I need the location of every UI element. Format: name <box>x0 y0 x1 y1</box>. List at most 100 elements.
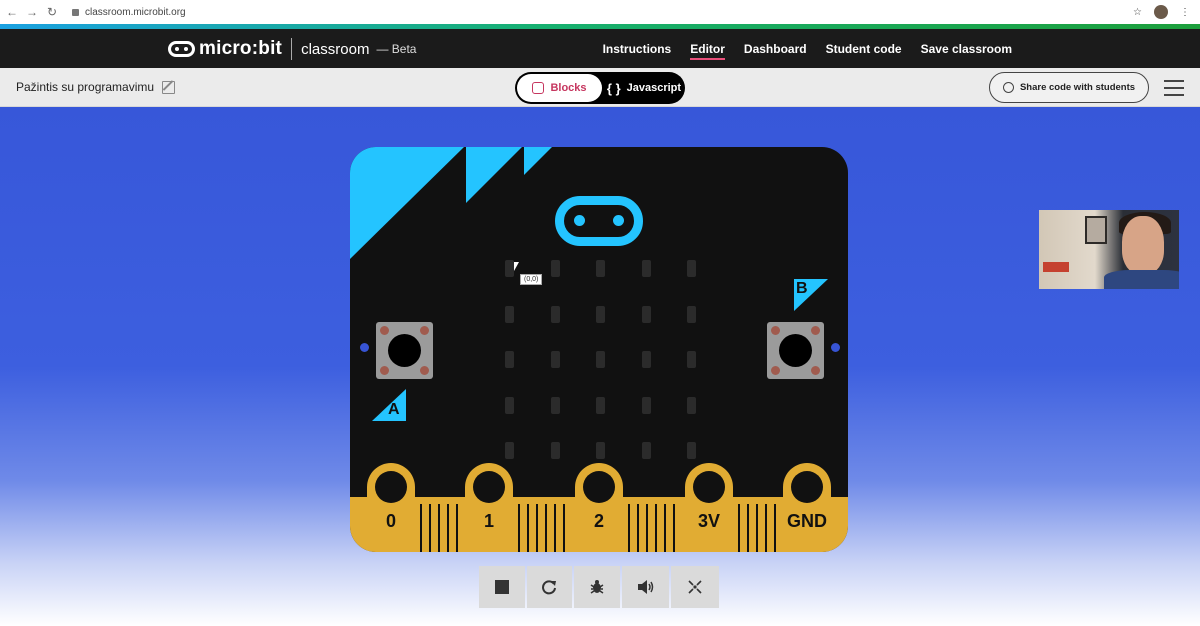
edge-finger <box>420 504 422 552</box>
nav-editor[interactable]: Editor <box>690 42 725 60</box>
edge-finger <box>756 504 758 552</box>
led-3-4[interactable] <box>687 396 696 414</box>
led-0-2[interactable] <box>596 260 605 277</box>
edge-finger <box>563 504 565 552</box>
edge-finger <box>527 504 529 552</box>
edge-finger <box>536 504 538 552</box>
lock-icon <box>72 8 79 16</box>
button-b[interactable] <box>767 322 824 379</box>
stop-button[interactable] <box>479 566 525 608</box>
led-2-3[interactable] <box>641 351 651 368</box>
led-tooltip: (0,0) <box>520 274 543 285</box>
edge-finger <box>765 504 767 552</box>
pin-3v <box>685 463 733 551</box>
led-1-3[interactable] <box>641 305 651 323</box>
led-0-4[interactable] <box>687 260 696 277</box>
pin-0-label: 0 <box>385 511 396 531</box>
pin-gnd-label: GND <box>787 511 827 531</box>
edit-icon[interactable] <box>162 80 176 94</box>
debug-button[interactable] <box>574 566 620 608</box>
led-3-3[interactable] <box>641 396 651 414</box>
blocks-label: Blocks <box>550 82 587 94</box>
led-0-3[interactable] <box>641 260 651 277</box>
button-b-label: B <box>794 279 828 311</box>
forward-icon[interactable]: → <box>24 5 40 19</box>
braces-icon: { } <box>606 80 621 96</box>
project-title[interactable]: Pažintis su programavimu <box>16 80 176 94</box>
webcam-video <box>1039 210 1179 289</box>
pin-gnd <box>783 463 831 551</box>
led-2-1[interactable] <box>550 351 560 368</box>
address-bar[interactable]: classroom.microbit.org <box>72 7 186 18</box>
javascript-tab[interactable]: { } Javascript <box>605 74 683 102</box>
mouse-cursor-icon <box>514 262 519 271</box>
pin-hole-left <box>360 343 369 352</box>
pin-1-label: 1 <box>483 511 494 531</box>
main-menu: Instructions Editor Dashboard Student co… <box>603 29 1012 68</box>
product-name: classroom <box>301 40 370 58</box>
mute-button[interactable] <box>621 566 670 608</box>
share-label: Share code with students <box>1019 82 1136 93</box>
led-4-2[interactable] <box>596 442 605 459</box>
led-0-1[interactable] <box>550 260 560 277</box>
led-1-1[interactable] <box>550 305 560 323</box>
kebab-menu-icon[interactable]: ⋮ <box>1180 7 1190 18</box>
led-1-2[interactable] <box>596 305 605 323</box>
edge-finger <box>429 504 431 552</box>
fullscreen-icon <box>688 580 702 594</box>
led-4-0[interactable] <box>505 442 514 459</box>
pin-0[interactable] <box>367 463 415 551</box>
simulator-controls <box>479 566 720 608</box>
restart-icon <box>542 580 557 595</box>
edge-finger <box>438 504 440 552</box>
avatar[interactable] <box>1154 5 1168 19</box>
led-3-0[interactable] <box>505 396 514 414</box>
restart-button[interactable] <box>526 566 573 608</box>
star-icon[interactable]: ☆ <box>1133 7 1142 18</box>
led-4-3[interactable] <box>641 442 651 459</box>
reload-icon[interactable]: ↻ <box>44 5 60 19</box>
edge-finger <box>646 504 648 552</box>
led-2-2[interactable] <box>596 351 605 368</box>
microbit-face-logo[interactable] <box>555 196 643 246</box>
led-0-0[interactable] <box>505 260 514 277</box>
browser-toolbar: ← → ↻ classroom.microbit.org ☆ ⋮ <box>0 0 1200 24</box>
editor-mode-toggle: Blocks { } Javascript <box>515 72 685 104</box>
edge-finger <box>664 504 666 552</box>
share-icon <box>1002 82 1014 93</box>
url-text: classroom.microbit.org <box>85 6 186 18</box>
led-2-4[interactable] <box>687 351 696 368</box>
javascript-label: Javascript <box>626 82 682 94</box>
nav-instructions[interactable]: Instructions <box>603 42 672 56</box>
puzzle-icon <box>532 82 545 94</box>
back-icon[interactable]: ← <box>4 5 20 19</box>
nav-dashboard[interactable]: Dashboard <box>744 42 807 56</box>
hamburger-menu-icon[interactable] <box>1164 80 1184 96</box>
nav-student-code[interactable]: Student code <box>826 42 902 56</box>
pin-1[interactable] <box>465 463 513 551</box>
led-3-1[interactable] <box>550 396 560 414</box>
logo[interactable]: micro:bit classroom — Beta <box>168 38 416 60</box>
sound-icon <box>637 580 653 594</box>
button-a-label: A <box>372 389 406 421</box>
led-4-4[interactable] <box>687 442 696 459</box>
microbit-board: A B 0 1 2 3V GND <box>350 147 848 552</box>
blocks-tab[interactable]: Blocks <box>517 74 602 102</box>
pin-2[interactable] <box>575 463 623 551</box>
editor-toolbar: Pažintis su programavimu Blocks { } Java… <box>0 68 1200 107</box>
led-4-1[interactable] <box>550 442 560 459</box>
nav-save-classroom[interactable]: Save classroom <box>921 42 1012 56</box>
edge-finger <box>447 504 449 552</box>
edge-finger <box>747 504 749 552</box>
share-code-button[interactable]: Share code with students <box>989 72 1149 103</box>
edge-finger <box>456 504 458 552</box>
led-3-2[interactable] <box>596 396 605 414</box>
led-2-0[interactable] <box>505 351 514 368</box>
edge-finger <box>518 504 520 552</box>
led-1-0[interactable] <box>505 305 514 323</box>
led-1-4[interactable] <box>687 305 696 323</box>
top-navigation: micro:bit classroom — Beta Instructions … <box>0 29 1200 68</box>
corner-triangles <box>350 147 552 259</box>
button-a[interactable] <box>376 322 433 379</box>
fullscreen-button[interactable] <box>671 566 720 608</box>
